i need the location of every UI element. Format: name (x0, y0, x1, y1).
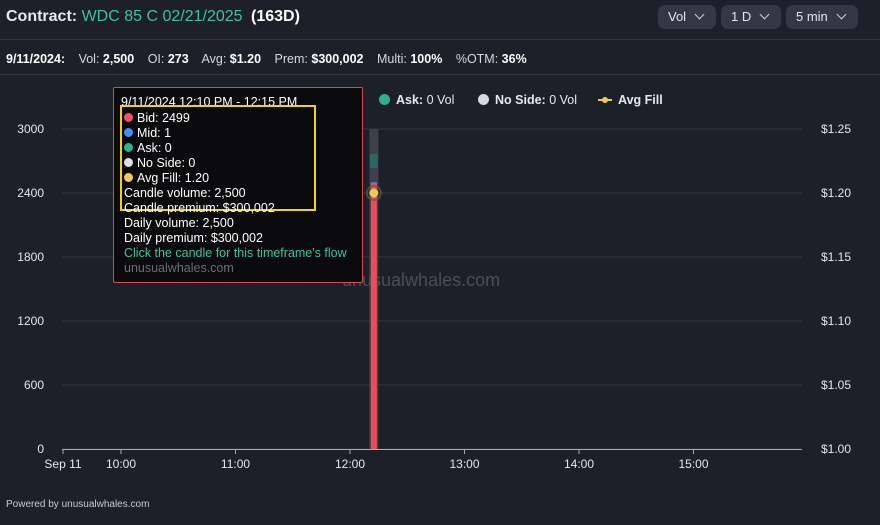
y-left-tick-label: 1800 (17, 250, 44, 264)
x-tick-label: 11:00 (221, 457, 250, 471)
y-right-tick-label: $1.10 (821, 314, 851, 328)
tooltip-candle-volume: Candle volume: 2,500 (124, 186, 246, 200)
tooltip-no-side: No Side: 0 (124, 156, 195, 170)
x-tick-label: 14:00 (564, 457, 594, 471)
volume-bar-bid (370, 182, 377, 449)
footer-credit: Powered by unusualwhales.com (6, 499, 150, 510)
tooltip-no-side-text: No Side: 0 (137, 156, 196, 170)
tooltip-mid: Mid: 1 (124, 126, 171, 140)
y-left-tick-label: 1200 (17, 314, 44, 328)
candle-marker (369, 154, 378, 168)
x-tick-label: 15:00 (678, 457, 708, 471)
tooltip-candle-premium: Candle premium: $300,002 (124, 201, 275, 215)
tooltip-mid-text: Mid: 1 (137, 126, 172, 140)
tooltip-bid-text: Bid: 2499 (137, 111, 190, 125)
tooltip-site: unusualwhales.com (124, 261, 234, 275)
tooltip-flow-link[interactable]: Click the candle for this timeframe's fl… (124, 246, 347, 260)
tooltip-bid: Bid: 2499 (124, 111, 190, 125)
volume-bar-mid (370, 182, 377, 184)
x-tick-label: Sep 11 (44, 457, 81, 471)
mid-dot (124, 128, 133, 137)
y-left-tick-label: 0 (37, 442, 44, 456)
tooltip-ask-text: Ask: 0 (137, 141, 172, 155)
y-left-tick-label: 600 (24, 378, 44, 392)
x-tick-label: 13:00 (449, 457, 479, 471)
ask-dot (124, 143, 133, 152)
y-left-tick-label: 2400 (17, 186, 44, 200)
tooltip-daily-volume: Daily volume: 2,500 (124, 216, 234, 230)
tooltip-daily-premium: Daily premium: $300,002 (124, 231, 263, 245)
avg-fill-point (369, 188, 379, 198)
tooltip-ask: Ask: 0 (124, 141, 172, 155)
y-right-tick-label: $1.25 (821, 122, 851, 136)
y-left-tick-label: 3000 (17, 122, 44, 136)
y-right-tick-label: $1.15 (821, 250, 851, 264)
tooltip-avg-fill: Avg Fill: 1.20 (124, 171, 209, 185)
y-right-tick-label: $1.05 (821, 378, 851, 392)
y-right-tick-label: $1.00 (821, 442, 851, 456)
y-right-tick-label: $1.20 (821, 186, 851, 200)
x-tick-label: 10:00 (106, 457, 136, 471)
tooltip-avg-fill-text: Avg Fill: 1.20 (137, 171, 210, 185)
avg-fill-dot (124, 173, 133, 182)
candle-tooltip: 9/11/2024 12:10 PM - 12:15 PM Bid: 2499 … (113, 87, 363, 283)
bid-dot (124, 113, 133, 122)
no-side-dot (124, 158, 133, 167)
x-tick-label: 12:00 (335, 457, 365, 471)
